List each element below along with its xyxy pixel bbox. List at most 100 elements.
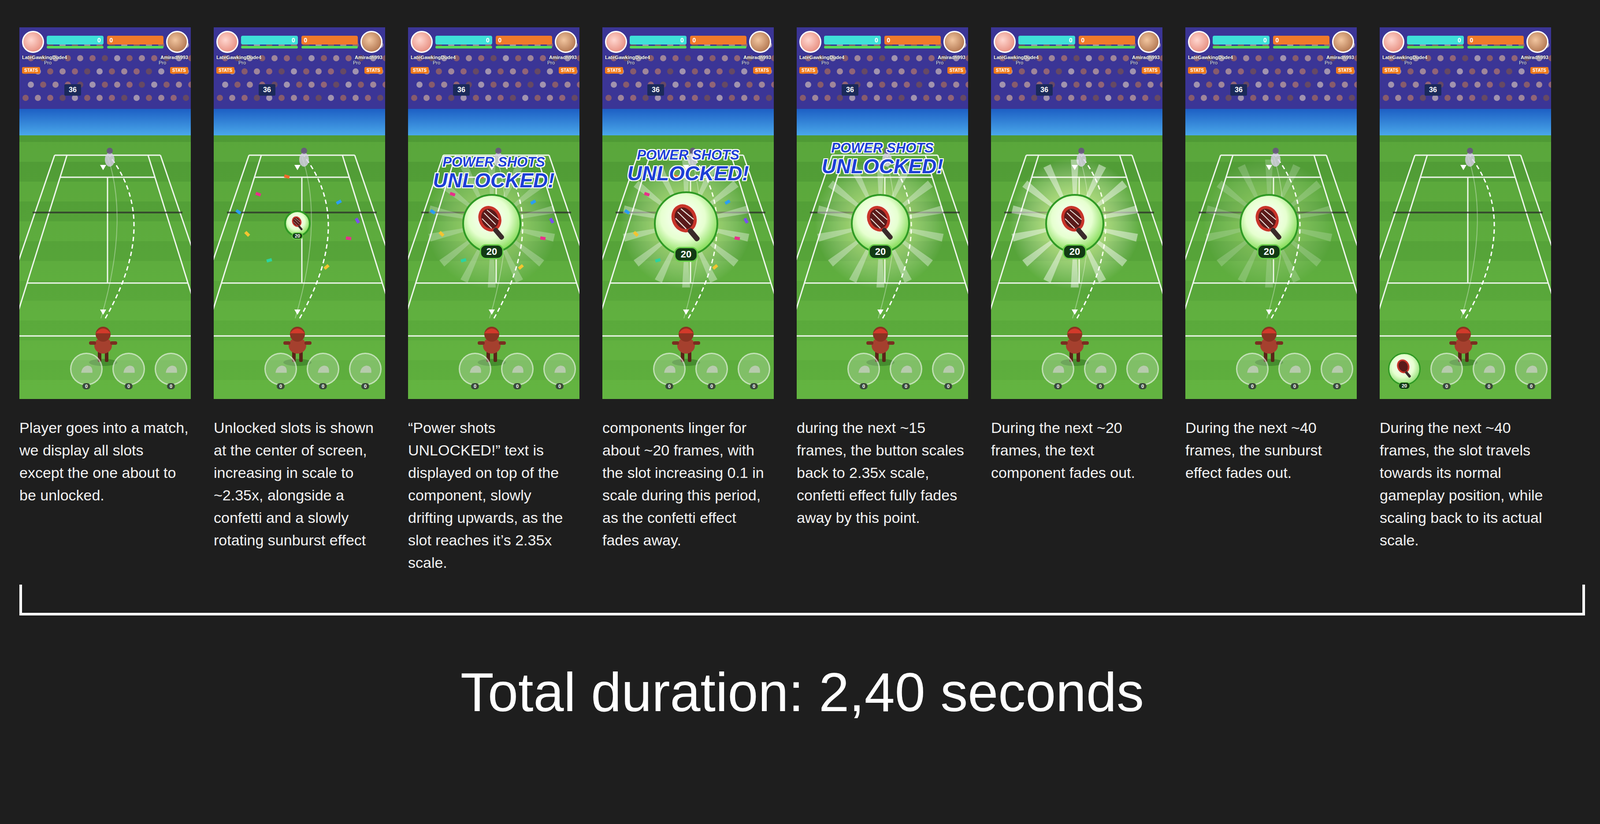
unlocked-slot: 20 — [1239, 193, 1299, 253]
player-name: Amiradh993 — [937, 54, 966, 60]
locked-slot-button[interactable]: 0 — [1472, 352, 1506, 386]
stats-button[interactable]: STATS — [364, 66, 383, 74]
power-racket-icon — [861, 204, 900, 243]
scoreboard: 36 — [258, 84, 276, 96]
slot-bar: 0 0 0 — [991, 352, 1163, 386]
player-label: Amiradh993 Pro — [719, 54, 772, 66]
locked-slot-button[interactable]: 0 — [543, 352, 576, 386]
player-rank: Pro — [525, 59, 577, 66]
stats-button[interactable]: STATS — [799, 66, 818, 74]
stands — [1185, 27, 1357, 116]
stats-button[interactable]: STATS — [1336, 66, 1355, 74]
locked-slot-button[interactable]: 0 — [348, 352, 382, 386]
score-bar-group: 0 — [435, 35, 493, 49]
slot-count-badge: 0 — [1442, 382, 1451, 390]
locked-slot-button[interactable]: 0 — [264, 352, 297, 386]
locked-slot-button[interactable]: 0 — [1430, 352, 1463, 386]
score-bar-group: 0 — [824, 35, 881, 49]
score-value: 0 — [874, 36, 879, 44]
locked-slot-button[interactable]: 0 — [154, 352, 188, 386]
scoreboard: 36 — [1230, 84, 1248, 96]
locked-slot-button[interactable]: 0 — [501, 352, 534, 386]
locked-slot-button[interactable]: 0 — [1514, 352, 1548, 386]
score-bars: 0 0 — [1187, 30, 1355, 53]
locked-slot-button[interactable]: 0 — [653, 352, 686, 386]
player-rank: Pro — [216, 59, 268, 66]
locked-slot-button[interactable]: 0 — [1320, 352, 1354, 386]
player-name: Amiradh993 — [1520, 54, 1549, 60]
score-bar-group: 0 — [1212, 35, 1270, 49]
stats-button[interactable]: STATS — [22, 66, 41, 74]
unlocked-slot-button[interactable]: 20 — [1388, 352, 1421, 386]
locked-slot-button[interactable]: 0 — [1236, 352, 1269, 386]
gear-item-icon — [1437, 360, 1456, 379]
court-wall — [19, 108, 191, 136]
stats-button[interactable]: STATS — [170, 66, 189, 74]
player-names: LateGawkingDude4 ProAmiradh993 Pro — [216, 54, 383, 66]
stats-button[interactable]: STATS — [216, 66, 235, 74]
score-bar-group: 0 — [107, 35, 164, 49]
score-value: 0 — [1470, 36, 1474, 44]
locked-slot-button[interactable]: 0 — [1041, 352, 1075, 386]
locked-slot-button[interactable]: 0 — [737, 352, 771, 386]
stats-button[interactable]: STATS — [1530, 66, 1549, 74]
gear-item-icon — [745, 360, 764, 379]
stats-row: STATS STATS — [605, 66, 772, 74]
player-name: LateGawkingDude4 — [216, 54, 262, 60]
score-value: 0 — [97, 36, 101, 44]
locked-slot-button[interactable]: 0 — [1126, 352, 1159, 386]
match-hud: 0 0 LateGawkingDude4 ProAmiradh993 Pro S… — [1379, 27, 1552, 96]
score-bar-group: 0 — [1018, 35, 1076, 49]
score-bar: 0 — [301, 35, 359, 45]
target-arrow-icon — [294, 309, 301, 315]
stats-button[interactable]: STATS — [605, 66, 624, 74]
timeline-bracket — [19, 584, 1586, 616]
stats-button[interactable]: STATS — [410, 66, 429, 74]
headline-title: POWER SHOTS — [831, 141, 934, 156]
player-names: LateGawkingDude4 ProAmiradh993 Pro — [605, 54, 772, 66]
score-bars: 0 0 — [410, 30, 577, 53]
stats-button[interactable]: STATS — [993, 66, 1012, 74]
locked-slot-button[interactable]: 0 — [931, 352, 965, 386]
stats-button[interactable]: STATS — [1382, 66, 1401, 74]
stats-button[interactable]: STATS — [753, 66, 772, 74]
energy-bar — [301, 45, 359, 49]
scoreboard: 36 — [64, 84, 82, 96]
score-bar: 0 — [495, 35, 553, 45]
stats-row: STATS STATS — [22, 66, 189, 74]
locked-slot-button[interactable]: 0 — [70, 352, 103, 386]
player-avatar-icon — [22, 30, 45, 53]
locked-slot-button[interactable]: 0 — [306, 352, 340, 386]
match-hud: 0 0 LateGawkingDude4 ProAmiradh993 Pro S… — [602, 27, 774, 96]
match-hud: 0 0 LateGawkingDude4 ProAmiradh993 Pro S… — [408, 27, 580, 96]
player-avatar-icon — [605, 30, 628, 53]
locked-slot-button[interactable]: 0 — [112, 352, 145, 386]
slot-bar: 0 0 0 — [602, 352, 774, 386]
stats-row: STATS STATS — [799, 66, 966, 74]
target-arrow-icon — [294, 164, 301, 171]
locked-slot-button[interactable]: 0 — [695, 352, 728, 386]
player-label: Amiradh993 Pro — [1496, 54, 1549, 66]
player-score: 0 — [107, 30, 189, 53]
stats-button[interactable]: STATS — [1141, 66, 1160, 74]
locked-slot-button[interactable]: 0 — [1278, 352, 1311, 386]
gear-item-icon — [1480, 360, 1499, 379]
player-rank: Pro — [719, 59, 772, 66]
stats-button[interactable]: STATS — [947, 66, 966, 74]
step-caption: Player goes into a match, we display all… — [19, 416, 191, 574]
locked-slot-button[interactable]: 0 — [1083, 352, 1117, 386]
stats-button[interactable]: STATS — [1187, 66, 1207, 74]
score-value: 0 — [1081, 36, 1085, 44]
locked-slot-button[interactable]: 0 — [847, 352, 880, 386]
slot-count-badge: 0 — [707, 382, 716, 390]
grass — [213, 135, 386, 399]
locked-slot-button[interactable]: 0 — [889, 352, 923, 386]
scoreboard: 36 — [1035, 84, 1053, 96]
stats-button[interactable]: STATS — [558, 66, 577, 74]
match-hud: 0 0 LateGawkingDude4 ProAmiradh993 Pro S… — [796, 27, 969, 96]
locked-slot-button[interactable]: 0 — [458, 352, 492, 386]
gear-item-icon — [271, 360, 290, 379]
target-arrow-icon — [488, 309, 495, 315]
score-bar-group: 0 — [301, 35, 359, 49]
opponent-figure — [1465, 147, 1475, 167]
